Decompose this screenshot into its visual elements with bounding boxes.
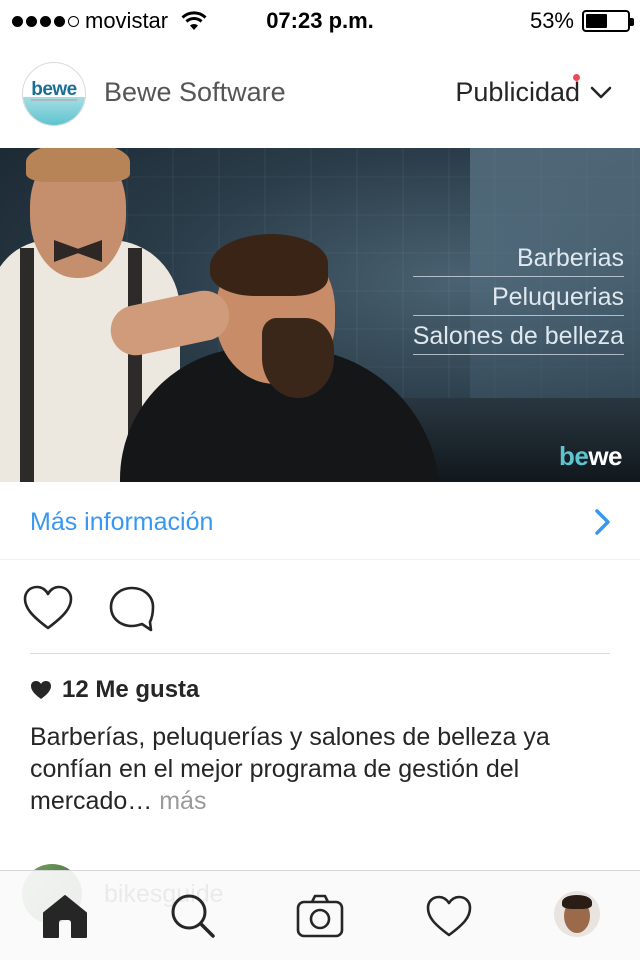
caption-more-link[interactable]: más bbox=[159, 787, 206, 815]
notification-dot bbox=[573, 74, 580, 81]
post-header: bewe Bewe Software Publicidad bbox=[0, 40, 640, 148]
more-info-label: Más información bbox=[30, 508, 214, 536]
status-bar: movistar 07:23 p.m. 53% bbox=[0, 0, 640, 40]
sponsored-label: Publicidad bbox=[455, 77, 580, 107]
tab-bar bbox=[0, 870, 640, 960]
profile-tab-avatar[interactable] bbox=[554, 891, 600, 937]
more-info-button[interactable]: Más información bbox=[0, 482, 640, 560]
comment-bubble-icon[interactable] bbox=[106, 584, 158, 632]
post-actions bbox=[0, 578, 640, 640]
account-name[interactable]: Bewe Software bbox=[104, 77, 286, 108]
home-icon[interactable] bbox=[40, 891, 90, 941]
search-icon[interactable] bbox=[168, 891, 218, 941]
avatar-logo-tagline bbox=[31, 99, 77, 101]
caption-text: Barberías, peluquerías y salones de bell… bbox=[30, 723, 550, 815]
likes-text: 12 Me gusta bbox=[62, 676, 200, 703]
battery-percent: 53% bbox=[529, 8, 574, 33]
avatar-background bbox=[23, 97, 85, 125]
ad-text-lines: Barberias Peluquerias Salones de belleza bbox=[412, 244, 624, 361]
chevron-right-icon bbox=[595, 509, 610, 535]
avatar-logo: bewe bbox=[31, 79, 77, 100]
ad-line-barberias: Barberias bbox=[412, 244, 624, 277]
battery-icon bbox=[582, 10, 634, 32]
heart-outline-icon[interactable] bbox=[22, 584, 74, 632]
likes-count[interactable]: 12 Me gusta bbox=[30, 676, 199, 704]
chevron-down-icon bbox=[590, 86, 612, 98]
status-right: 53% bbox=[529, 8, 634, 34]
heart-activity-icon[interactable] bbox=[424, 891, 474, 941]
post-caption: Barberías, peluquerías y salones de bell… bbox=[30, 721, 620, 817]
heart-filled-icon bbox=[31, 681, 51, 699]
account-avatar[interactable]: bewe bbox=[22, 62, 86, 126]
camera-icon[interactable] bbox=[295, 891, 345, 941]
ad-line-salones: Salones de belleza bbox=[412, 322, 624, 355]
sponsored-menu[interactable]: Publicidad bbox=[455, 77, 612, 108]
ad-image[interactable]: Barberias Peluquerias Salones de belleza… bbox=[0, 148, 640, 482]
actions-divider bbox=[30, 653, 610, 654]
ad-line-peluquerias: Peluquerias bbox=[412, 283, 624, 316]
ad-brand-logo: bewe bbox=[558, 441, 623, 471]
battery-fill bbox=[586, 14, 608, 28]
